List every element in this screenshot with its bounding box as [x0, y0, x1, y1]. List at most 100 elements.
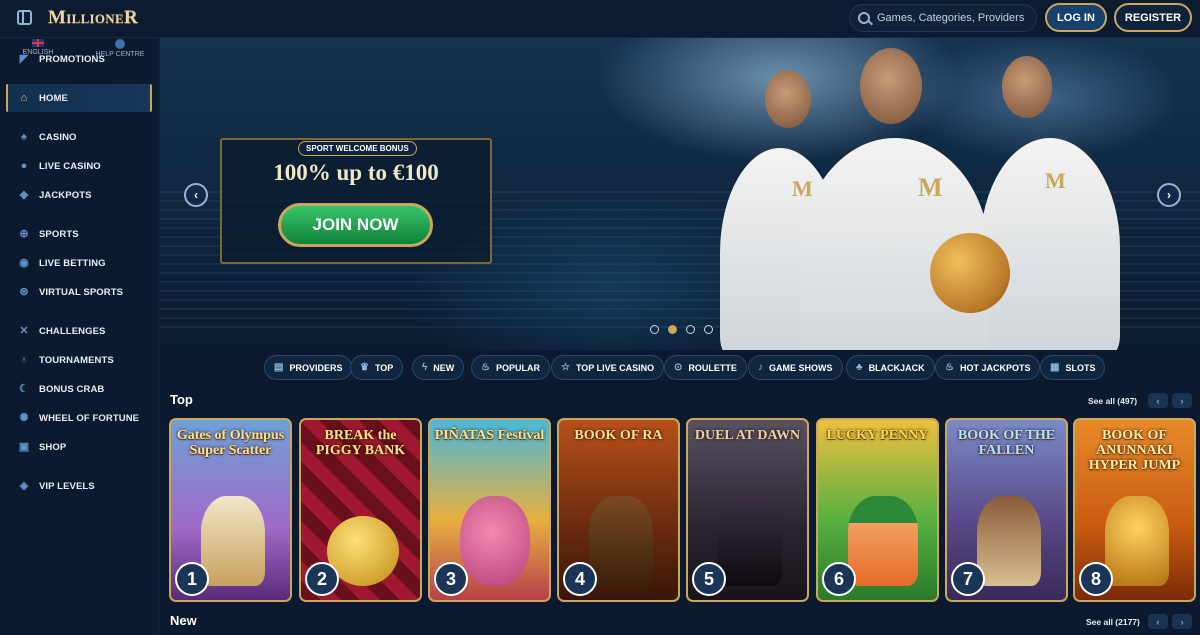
game-art — [201, 496, 265, 586]
game-title: BOOK OF THE FALLEN — [957, 428, 1056, 458]
category-popular[interactable]: ♨ POPULAR — [471, 355, 550, 380]
slide-dot[interactable] — [686, 325, 695, 334]
category-label: TOP LIVE CASINO — [575, 362, 655, 373]
star-icon: ☆ — [561, 362, 570, 373]
sidebar: ◤ PROMOTIONS ⌂ HOME ♠ CASINO ● LIVE CASINO ◆… — [0, 38, 159, 635]
wheel-icon: ✺ — [19, 412, 29, 424]
top-header: MillioneR LOG IN REGISTER — [0, 0, 1200, 38]
banner-pagination — [650, 325, 713, 334]
category-top[interactable]: ♛ TOP — [350, 355, 404, 380]
sidebar-item-label: CASINO — [39, 131, 77, 143]
category-label: ROULETTE — [688, 362, 737, 373]
game-title: PIÑATAS Festival — [434, 428, 545, 443]
player-center-head — [860, 48, 922, 124]
sidebar-item-label: CHALLENGES — [39, 325, 106, 337]
sidebar-item-casino[interactable]: ♠ CASINO — [0, 123, 159, 151]
help-icon — [115, 39, 125, 49]
sidebar-item-shop[interactable]: ▣ SHOP — [0, 433, 159, 461]
providers-icon: ▤ — [274, 362, 284, 373]
game-tile[interactable]: PIÑATAS Festival 3 — [428, 418, 551, 602]
category-label: GAME SHOWS — [769, 362, 833, 373]
help-centre-link[interactable]: HELP CENTRE — [92, 39, 148, 58]
new-section-title: New — [170, 613, 197, 628]
game-tile[interactable]: DUEL AT DAWN 5 — [686, 418, 809, 602]
game-art — [460, 496, 530, 586]
sidebar-item-label: WHEEL OF FORTUNE — [39, 412, 140, 424]
sidebar-toggle-icon[interactable] — [17, 10, 32, 25]
banner-next-button[interactable]: › — [1157, 183, 1181, 207]
category-new[interactable]: ϟ NEW — [412, 355, 465, 380]
sidebar-item-label: VIP LEVELS — [39, 480, 95, 492]
register-button[interactable]: REGISTER — [1114, 3, 1192, 32]
medal-icon: ♁ — [19, 354, 29, 366]
search-input[interactable] — [877, 12, 1036, 24]
new-see-all-link[interactable]: See all (2177) — [1086, 617, 1140, 627]
roulette-icon: ⊙ — [674, 362, 683, 373]
sidebar-item-vip-levels[interactable]: ◈ VIP LEVELS — [0, 472, 159, 500]
sidebar-item-challenges[interactable]: ✕ CHALLENGES — [0, 317, 159, 345]
sidebar-item-label: TOURNAMENTS — [39, 354, 114, 366]
category-providers[interactable]: ▤ PROVIDERS — [264, 355, 353, 380]
game-tile[interactable]: LUCKY PENNY 6 — [816, 418, 939, 602]
chevron-right-icon: › — [1180, 616, 1184, 627]
category-label: HOT JACKPOTS — [959, 362, 1031, 373]
game-tile[interactable]: BOOK OF THE FALLEN 7 — [945, 418, 1068, 602]
slide-dot-active[interactable] — [668, 325, 677, 334]
game-art — [977, 496, 1041, 586]
slide-dot[interactable] — [650, 325, 659, 334]
game-rank-badge: 5 — [692, 562, 726, 596]
target-icon: ⊛ — [19, 286, 29, 298]
game-tile[interactable]: BOOK OF ANUNNAKI HYPER JUMP 8 — [1073, 418, 1196, 602]
join-now-button[interactable]: JOIN NOW — [278, 203, 433, 247]
game-tile[interactable]: BREAK the PIGGY BANK 2 — [299, 418, 422, 602]
game-title: Gates of Olympus Super Scatter — [176, 428, 285, 458]
top-section-title: Top — [170, 392, 193, 407]
mic-icon: ♪ — [758, 362, 763, 373]
category-blackjack[interactable]: ♣ BLACKJACK — [846, 355, 935, 380]
new-next-button[interactable]: › — [1172, 614, 1192, 629]
banner-prev-button[interactable]: ‹ — [184, 183, 208, 207]
top-prev-button[interactable]: ‹ — [1148, 393, 1168, 408]
game-rank-badge: 7 — [951, 562, 985, 596]
category-hot-jackpots[interactable]: ♨ HOT JACKPOTS — [935, 355, 1041, 380]
login-button[interactable]: LOG IN — [1045, 3, 1107, 32]
promo-title: 100% up to €100 — [273, 160, 439, 185]
bag-icon: ▣ — [18, 441, 30, 453]
sidebar-item-bonus-crab[interactable]: ☾ BONUS CRAB — [0, 375, 159, 403]
category-label: SLOTS — [1065, 362, 1096, 373]
uk-flag-icon — [32, 39, 44, 47]
game-tile[interactable]: BOOK OF RA 4 — [557, 418, 680, 602]
category-game-shows[interactable]: ♪ GAME SHOWS — [748, 355, 843, 380]
language-label: ENGLISH — [22, 49, 54, 56]
category-label: NEW — [433, 362, 455, 373]
search-box[interactable] — [849, 4, 1037, 32]
slots-icon: ▦ — [1050, 362, 1060, 373]
category-label: TOP — [374, 362, 394, 373]
game-tile[interactable]: Gates of Olympus Super Scatter 1 — [169, 418, 292, 602]
sidebar-item-live-casino[interactable]: ● LIVE CASINO — [0, 152, 159, 180]
top-see-all-link[interactable]: See all (497) — [1088, 396, 1137, 406]
spade-icon: ♠ — [21, 131, 27, 143]
category-slots[interactable]: ▦ SLOTS — [1040, 355, 1106, 380]
category-top-live-casino[interactable]: ☆ TOP LIVE CASINO — [551, 355, 665, 380]
promo-banner[interactable]: M M M SPORT WELCOME BONUS 100% up to €10… — [160, 38, 1200, 350]
game-title: BOOK OF RA — [574, 428, 663, 443]
logo[interactable]: MillioneR — [48, 7, 138, 29]
game-rank-badge: 3 — [434, 562, 468, 596]
top-next-button[interactable]: › — [1172, 393, 1192, 408]
sidebar-item-tournaments[interactable]: ♁ TOURNAMENTS — [0, 346, 159, 374]
new-prev-button[interactable]: ‹ — [1148, 614, 1168, 629]
sidebar-item-home[interactable]: ⌂ HOME — [6, 84, 152, 112]
sidebar-item-wheel-of-fortune[interactable]: ✺ WHEEL OF FORTUNE — [0, 404, 159, 432]
language-selector[interactable]: ENGLISH — [20, 39, 56, 56]
sidebar-item-live-betting[interactable]: ◉ LIVE BETTING — [0, 249, 159, 277]
help-label: HELP CENTRE — [95, 51, 145, 58]
slide-dot[interactable] — [704, 325, 713, 334]
sidebar-item-jackpots[interactable]: ◆ JACKPOTS — [0, 181, 159, 209]
category-roulette[interactable]: ⊙ ROULETTE — [664, 355, 747, 380]
sidebar-item-sports[interactable]: ⊕ SPORTS — [0, 220, 159, 248]
game-title: BREAK the PIGGY BANK — [315, 428, 406, 458]
sidebar-item-virtual-sports[interactable]: ⊛ VIRTUAL SPORTS — [0, 278, 159, 306]
game-title: DUEL AT DAWN — [694, 428, 801, 443]
search-icon — [858, 12, 870, 24]
